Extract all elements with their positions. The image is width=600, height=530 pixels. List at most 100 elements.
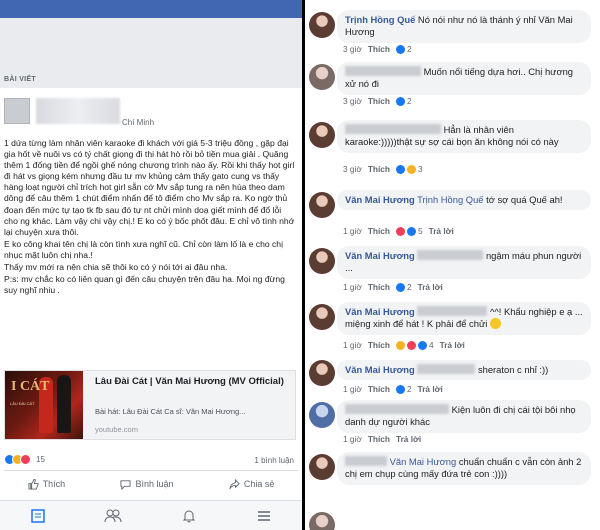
commenter-name[interactable]: Trịnh Hồng Quế [345,14,415,25]
like-button[interactable]: Thích [28,478,65,490]
comment-bubble: Muốn nổi tiếng dựa hơi.. Chị hương xử nó… [337,62,591,95]
mention-redacted [417,250,484,260]
comment-like-link[interactable]: Thích [368,384,390,394]
comment-reactions[interactable]: 2 [395,96,412,106]
commenter-avatar[interactable] [309,304,335,330]
comment-bubble: Văn Mai Hương ^^! Khẩu nghiệp e ạ ... mi… [337,302,591,335]
comment-reactions[interactable]: 4 [395,340,434,350]
commenter-name[interactable]: Văn Mai Hương [345,194,415,205]
comment-button-label: Bình luận [135,479,174,489]
menu-icon [258,510,271,521]
author-avatar[interactable] [4,98,30,124]
commenter-avatar[interactable] [309,402,335,428]
reply-link[interactable]: Trả lời [429,226,454,236]
post-panel: BÀI VIẾT Chí Minh 1 dứa từng làm nhân vi… [0,0,302,530]
reply-link[interactable]: Trả lời [396,434,421,444]
mention-redacted [417,306,488,316]
reaction-count: 2 [406,96,412,106]
comment-meta: 1 giờ Thích 2 Trả lời [343,282,443,292]
comment-reactions[interactable]: 5 [395,226,423,236]
author-name-redacted [36,98,120,124]
comment-time: 3 giờ [343,96,362,106]
reaction-summary[interactable]: 15 [4,454,45,465]
comment-button[interactable]: Bình luận [120,479,174,490]
comment-like-link[interactable]: Thích [368,96,390,106]
comment-text: tớ sợ quá Quế ah! [486,194,563,205]
commenter-name[interactable]: Văn Mai Hương [345,250,415,261]
comment-bubble: Văn Mai Hương sheraton c nhỉ :)) [337,360,591,381]
comment-bubble: Văn Mai Hương ngậm máu phun người ... [337,246,591,279]
reaction-count: 2 [406,384,412,394]
link-title[interactable]: Lâu Đài Cát | Văn Mai Hương (MV Official… [95,375,291,388]
like-reaction-icon [395,384,405,394]
mentioned-user[interactable]: Trịnh Hồng Quế [417,194,483,205]
reaction-count: 2 [406,44,412,54]
mentioned-user[interactable]: Văn Mai Hương [390,456,457,467]
divider [4,470,298,471]
bell-icon [182,510,195,522]
nav-notifications[interactable] [179,506,199,526]
comment-bubble: Văn Mai Hương Trịnh Hồng Quế tớ sợ quá Q… [337,190,591,211]
comment-like-link[interactable]: Thích [368,340,390,350]
thumbnail-figure-black [57,375,71,433]
comment-like-link[interactable]: Thích [368,434,390,444]
comment-meta: 3 giờ Thích 3 [343,164,423,174]
like-reaction-icon [395,282,405,292]
comment-time: 1 giờ [343,340,362,350]
nav-menu[interactable] [254,506,274,526]
video-thumbnail[interactable]: I CÁT LÂU ĐÀI CÁT [5,371,83,439]
commenter-avatar[interactable] [309,454,335,480]
commenter-avatar[interactable] [309,192,335,218]
commenter-name-redacted [345,404,449,414]
reply-link[interactable]: Trả lời [418,282,443,292]
comment-time: 1 giờ [343,282,362,292]
comment-meta: 1 giờ Thích 2 Trả lời [343,384,443,394]
thumbnail-subtitle: LÂU ĐÀI CÁT [10,401,35,406]
like-reaction-icon [417,340,427,350]
commenter-name[interactable]: Văn Mai Hương [345,364,415,375]
news-feed-icon [31,508,45,523]
commenter-avatar[interactable] [309,12,335,38]
commenter-avatar[interactable] [309,360,335,386]
comment-meta: 1 giờ Thích Trả lời [343,434,421,444]
nav-friends[interactable] [103,506,123,526]
commenter-avatar[interactable] [309,122,335,148]
comment-meta: 1 giờ Thích 4 Trả lời [343,340,465,350]
comment-like-link[interactable]: Thích [368,44,390,54]
love-reaction-icon [406,340,416,350]
commenter-avatar[interactable] [309,512,335,530]
reply-link[interactable]: Trả lời [418,384,443,394]
commenter-avatar[interactable] [309,248,335,274]
commenter-avatar[interactable] [309,64,335,90]
comment-reactions[interactable]: 2 [395,44,412,54]
comment-reactions[interactable]: 2 [395,282,412,292]
link-domain: youtube.com [95,425,138,434]
comment-bubble: Kiện luôn đi chị cái tội bôi nhọ danh dự… [337,400,591,433]
comment-like-link[interactable]: Thích [368,226,390,236]
comments-count[interactable]: 1 bình luận [254,456,294,465]
comment-reactions[interactable]: 3 [395,164,423,174]
comment-time: 1 giờ [343,384,362,394]
comment-bubble: Văn Mai Hương chuẩn chuẩn c vẫn còn ảnh … [337,452,591,485]
comment-meta: 1 giờ Thích 5 Trả lời [343,226,454,236]
post-paragraph: 1 dứa từng làm nhân viên karaoke đi khác… [4,138,295,237]
share-button[interactable]: Chia sẻ [229,478,275,490]
like-reaction-icon [395,164,405,174]
nav-news-feed[interactable] [28,506,48,526]
post-paragraph: P:s: mv chắc ko có liên quan gì đến câu … [4,274,285,296]
shared-link-card[interactable]: I CÁT LÂU ĐÀI CÁT Lâu Đài Cát | Văn Mai … [4,370,296,440]
comment-like-link[interactable]: Thích [368,164,390,174]
friends-icon [104,509,122,522]
reaction-count: 3 [417,164,423,174]
reply-link[interactable]: Trả lời [440,340,465,350]
link-subtitle: Bài hát: Lâu Đài Cát Ca sĩ: Văn Mai Hươn… [95,407,246,416]
reaction-count: 2 [406,282,412,292]
comment-reactions[interactable]: 2 [395,384,412,394]
commenter-name-redacted [345,456,387,466]
share-button-label: Chia sẻ [243,479,275,489]
share-icon [229,478,240,489]
comment-like-link[interactable]: Thích [368,282,390,292]
post-location: Chí Minh [122,118,155,127]
bottom-nav [0,500,302,530]
commenter-name[interactable]: Văn Mai Hương [345,306,415,317]
